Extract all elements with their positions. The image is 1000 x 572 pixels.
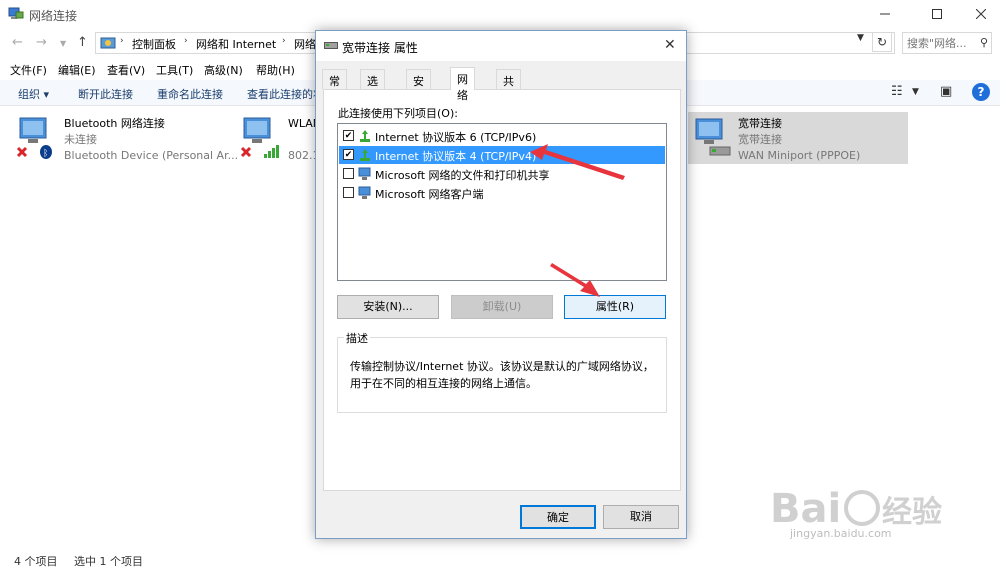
breadcrumb-separator-icon: › [120,36,124,46]
connection-name: 宽带连接 [738,117,782,130]
control-panel-icon [100,37,116,49]
tab-network[interactable]: 网络 [450,67,475,102]
wifi-adapter-icon [240,117,279,158]
ipv6-label: Internet 协议版本 6 (TCP/IPv6) [375,131,537,144]
tab-sharing[interactable]: 共享 [496,69,521,104]
close-icon [976,9,986,19]
cancel-button[interactable]: 取消 [603,505,679,529]
protocol-icon [360,130,370,142]
dialog-close-icon[interactable]: ✕ [664,37,676,53]
menu-advanced[interactable]: 高级(N) [204,62,243,78]
menu-view[interactable]: 查看(V) [107,62,145,78]
change-view-icon[interactable]: ☷ [891,84,903,99]
view-dropdown-icon[interactable]: ▼ [912,87,919,97]
search-box[interactable]: ⚲ [902,32,992,54]
connection-item-broadband[interactable]: 宽带连接 宽带连接 WAN Miniport (PPPOE) [688,112,908,164]
connection-item-bluetooth[interactable]: ᛒ Bluetooth 网络连接 未连接 Bluetooth Device (P… [16,114,246,162]
connection-status [288,132,315,148]
description-legend: 描述 [344,330,370,346]
maximize-icon [932,9,942,19]
network-service-icon [358,167,371,180]
breadcrumb-network[interactable]: 网络 [294,36,316,52]
install-button[interactable]: 安装(N)... [337,295,439,319]
tab-security[interactable]: 安全 [406,69,431,104]
maximize-button[interactable] [914,0,960,28]
tab-general[interactable]: 常规 [322,69,347,104]
search-icon[interactable]: ⚲ [980,36,988,49]
view-status-button[interactable]: 查看此连接的状 [247,86,324,102]
breadcrumb-control-panel[interactable]: 控制面板 [132,36,176,52]
description-group: 描述 传输控制协议/Internet 协议。该协议是默认的广域网络协议，用于在不… [337,330,667,413]
tab-options[interactable]: 选项 [360,69,385,104]
up-arrow-icon[interactable]: ↑ [77,35,88,50]
status-bar: 4 个项目 选中 1 个项目 [0,548,1000,572]
recent-locations-icon[interactable]: ▼ [60,39,66,48]
network-connections-icon [8,7,24,19]
ipv4-checkbox[interactable]: ✔ [343,149,354,160]
disconnect-button[interactable]: 断开此连接 [78,86,133,102]
selected-count: 选中 1 个项目 [74,555,143,568]
breadcrumb-separator-icon: › [184,36,188,46]
list-item-file-sharing[interactable]: Microsoft 网络的文件和打印机共享 [339,165,665,183]
broadband-adapter-icon [695,118,731,156]
properties-dialog: 宽带连接 属性 ✕ 常规 选项 安全 网络 共享 此连接使用下列项目(O): ✔… [315,30,687,539]
svg-text:经验: 经验 [882,495,942,530]
list-item-ipv6[interactable]: ✔ Internet 协议版本 6 (TCP/IPv6) [339,127,665,145]
close-button[interactable] [958,0,1000,28]
refresh-button[interactable]: ↻ [872,32,892,52]
description-text: 传输控制协议/Internet 协议。该协议是默认的广域网络协议，用于在不同的相… [350,360,654,390]
window-title: 网络连接 [29,9,78,23]
file-sharing-label: Microsoft 网络的文件和打印机共享 [375,169,550,182]
list-item-ipv4[interactable]: ✔ Internet 协议版本 4 (TCP/IPv4) [339,146,665,164]
breadcrumb-network-internet[interactable]: 网络和 Internet [196,36,276,52]
properties-button[interactable]: 属性(R) [564,295,666,319]
network-adapter-icon: ᛒ [16,117,52,159]
organize-button[interactable]: 组织 ▾ [18,86,49,102]
protocol-icon [360,149,370,161]
address-dropdown-icon[interactable]: ▼ [857,33,864,43]
search-input[interactable] [903,33,977,53]
connection-status: 宽带连接 [738,133,782,146]
network-tab-panel: 此连接使用下列项目(O): ✔ Internet 协议版本 6 (TCP/IPv… [323,89,681,491]
connection-item-wlan[interactable]: WLAN 802.1 [240,114,315,162]
connection-device: 802.1 [288,149,315,162]
minimize-button[interactable] [862,0,908,28]
breadcrumb-separator-icon: › [282,36,286,46]
refresh-icon: ↻ [876,35,888,49]
forward-arrow-icon[interactable]: → [36,35,47,50]
connection-device: WAN Miniport (PPPOE) [738,149,861,162]
network-client-icon [358,186,371,199]
dialog-titlebar: 宽带连接 属性 ✕ [316,31,686,61]
rename-button[interactable]: 重命名此连接 [157,86,223,102]
list-item-client[interactable]: Microsoft 网络客户端 [339,184,665,202]
items-list-label: 此连接使用下列项目(O): [338,107,458,120]
help-icon[interactable]: ? [972,83,990,101]
connection-name: WLAN [288,117,315,130]
file-sharing-checkbox[interactable] [343,168,354,179]
back-arrow-icon[interactable]: ← [12,35,23,50]
broadband-icon [324,42,338,49]
connection-device: Bluetooth Device (Personal Ar... [64,149,239,162]
menu-help[interactable]: 帮助(H) [256,62,295,78]
client-checkbox[interactable] [343,187,354,198]
uninstall-button[interactable]: 卸载(U) [451,295,553,319]
menu-file[interactable]: 文件(F) [10,62,47,78]
connection-name: Bluetooth 网络连接 [64,117,165,130]
svg-text:ᛒ: ᛒ [43,148,48,159]
svg-text:Bai: Bai [770,486,841,532]
menu-edit[interactable]: 编辑(E) [58,62,96,78]
item-count: 4 个项目 [14,555,58,568]
dialog-title: 宽带连接 属性 [342,41,418,55]
menu-tools[interactable]: 工具(T) [156,62,193,78]
components-listbox[interactable]: ✔ Internet 协议版本 6 (TCP/IPv6) ✔ Internet … [337,123,667,281]
ok-button[interactable]: 确定 [520,505,596,529]
minimize-icon [880,13,890,15]
watermark-url: jingyan.baidu.com [790,527,892,540]
client-label: Microsoft 网络客户端 [375,188,484,201]
window-titlebar: 网络连接 [0,0,1000,28]
ipv6-checkbox[interactable]: ✔ [343,130,354,141]
ipv4-label: Internet 协议版本 4 (TCP/IPv4) [375,150,537,163]
preview-pane-icon[interactable]: ▣ [940,84,952,99]
connection-status: 未连接 [64,133,97,146]
